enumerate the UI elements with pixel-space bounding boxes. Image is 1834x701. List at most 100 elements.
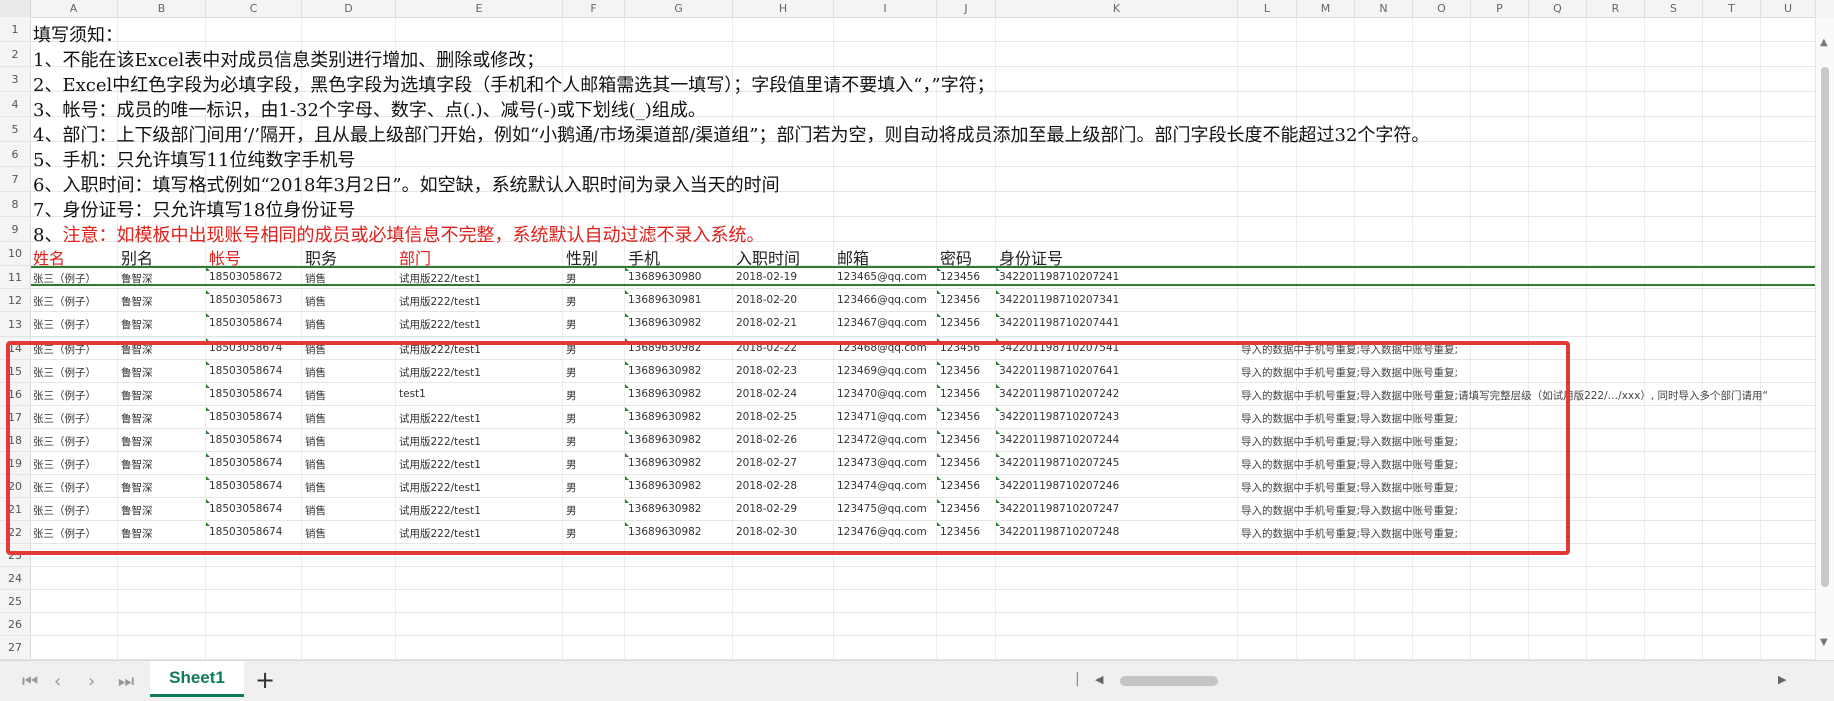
table-cell[interactable]: 鲁智深 bbox=[121, 317, 153, 332]
row-header-12[interactable]: 12 bbox=[0, 289, 30, 312]
column-header-a[interactable]: A bbox=[30, 0, 118, 17]
row-header-26[interactable]: 26 bbox=[0, 613, 30, 636]
scroll-left-icon[interactable]: ◀ bbox=[1095, 673, 1103, 686]
add-sheet-icon[interactable]: + bbox=[255, 666, 275, 694]
column-header-f[interactable]: F bbox=[563, 0, 625, 17]
table-cell[interactable]: 18503058674 bbox=[209, 317, 283, 329]
column-header-c[interactable]: C bbox=[206, 0, 302, 17]
row-header-25[interactable]: 25 bbox=[0, 590, 30, 613]
first-sheet-icon[interactable]: ⏮ bbox=[22, 671, 38, 692]
row-header-6[interactable]: 6 bbox=[0, 142, 30, 167]
column-header-o[interactable]: O bbox=[1413, 0, 1471, 17]
table-cell[interactable]: 2018-02-21 bbox=[736, 317, 797, 329]
instruction-8: 8、注意：如模板中出现账号相同的成员或必填信息不完整，系统默认自动过滤不录入系统… bbox=[33, 221, 764, 247]
row-header-4[interactable]: 4 bbox=[0, 92, 30, 117]
row-header-10[interactable]: 10 bbox=[0, 242, 30, 266]
row-header-2[interactable]: 2 bbox=[0, 42, 30, 67]
column-header-n[interactable]: N bbox=[1355, 0, 1413, 17]
table-cell[interactable]: 342201198710207341 bbox=[999, 294, 1119, 306]
column-gridline bbox=[1412, 17, 1413, 660]
column-header-q[interactable]: Q bbox=[1529, 0, 1587, 17]
column-gridline bbox=[1354, 17, 1355, 660]
column-header-s[interactable]: S bbox=[1645, 0, 1703, 17]
table-cell[interactable]: 342201198710207441 bbox=[999, 317, 1119, 329]
text-number-indicator-icon bbox=[937, 313, 941, 317]
column-header-m[interactable]: M bbox=[1297, 0, 1355, 17]
scroll-up-icon[interactable]: ▲ bbox=[1820, 37, 1828, 48]
row-header-9[interactable]: 9 bbox=[0, 217, 30, 242]
text-number-indicator-icon bbox=[996, 313, 1000, 317]
row-gridline bbox=[30, 635, 1816, 636]
select-all-corner[interactable] bbox=[0, 0, 31, 17]
sheet-tab-bar: ⏮ ‹ › ⏭ Sheet1 + | ◀ ▶ bbox=[0, 660, 1834, 701]
vertical-scrollbar[interactable]: ▲ ▼ bbox=[1815, 17, 1834, 660]
table-cell[interactable]: 鲁智深 bbox=[121, 294, 153, 309]
table-cell[interactable]: 试用版222/test1 bbox=[399, 294, 481, 309]
instruction-3: 3、帐号：成员的唯一标识，由1-32个字母、数字、点(.)、减号(-)或下划线(… bbox=[33, 100, 706, 121]
selected-row-outline bbox=[31, 266, 1834, 286]
row-header-8[interactable]: 8 bbox=[0, 192, 30, 217]
column-header-i[interactable]: I bbox=[834, 0, 937, 17]
column-header-d[interactable]: D bbox=[302, 0, 396, 17]
scroll-right-icon[interactable]: ▶ bbox=[1778, 673, 1786, 686]
column-header-h[interactable]: H bbox=[733, 0, 834, 17]
column-gridline bbox=[1760, 17, 1761, 660]
row-gridline bbox=[30, 311, 1816, 312]
row-header-1[interactable]: 1 bbox=[0, 17, 30, 42]
table-cell[interactable]: 男 bbox=[566, 317, 577, 332]
column-header-p[interactable]: P bbox=[1471, 0, 1529, 17]
scroll-down-icon[interactable]: ▼ bbox=[1820, 637, 1828, 648]
row-header-11[interactable]: 11 bbox=[0, 266, 30, 289]
text-number-indicator-icon bbox=[625, 290, 629, 294]
horizontal-scrollbar[interactable]: ◀ ▶ bbox=[1075, 673, 1815, 689]
table-cell[interactable]: 销售 bbox=[305, 317, 326, 332]
row-header-24[interactable]: 24 bbox=[0, 567, 30, 590]
row-header-13[interactable]: 13 bbox=[0, 312, 30, 337]
table-cell[interactable]: 13689630981 bbox=[628, 294, 702, 306]
table-cell[interactable]: 张三（例子） bbox=[33, 294, 96, 309]
row-gridline bbox=[30, 288, 1816, 289]
column-gridline bbox=[1470, 17, 1471, 660]
table-cell[interactable]: 13689630982 bbox=[628, 317, 702, 329]
column-header-g[interactable]: G bbox=[625, 0, 733, 17]
horizontal-scroll-thumb[interactable] bbox=[1120, 676, 1218, 686]
last-sheet-icon[interactable]: ⏭ bbox=[118, 671, 134, 692]
row-header-3[interactable]: 3 bbox=[0, 67, 30, 92]
instruction-2: 2、Excel中红色字段为必填字段，黑色字段为选填字段（手机和个人邮箱需选其一填… bbox=[33, 75, 995, 96]
table-cell[interactable]: 男 bbox=[566, 294, 577, 309]
table-cell[interactable]: 张三（例子） bbox=[33, 317, 96, 332]
column-header-e[interactable]: E bbox=[396, 0, 563, 17]
next-sheet-icon[interactable]: › bbox=[88, 671, 95, 692]
column-header-l[interactable]: L bbox=[1238, 0, 1297, 17]
column-header-t[interactable]: T bbox=[1703, 0, 1761, 17]
column-gridline bbox=[833, 17, 834, 660]
table-cell[interactable]: 18503058673 bbox=[209, 294, 283, 306]
text-number-indicator-icon bbox=[206, 313, 210, 317]
text-number-indicator-icon bbox=[937, 290, 941, 294]
table-cell[interactable]: 试用版222/test1 bbox=[399, 317, 481, 332]
column-gridline bbox=[732, 17, 733, 660]
instruction-7: 7、身份证号：只允许填写18位身份证号 bbox=[33, 200, 356, 221]
instruction-8-prefix: 8、 bbox=[33, 225, 63, 246]
column-header-u[interactable]: U bbox=[1761, 0, 1816, 17]
column-gridline bbox=[1237, 17, 1238, 660]
table-cell[interactable]: 销售 bbox=[305, 294, 326, 309]
table-cell[interactable]: 123456 bbox=[940, 317, 980, 329]
column-header-j[interactable]: J bbox=[937, 0, 996, 17]
column-header-r[interactable]: R bbox=[1587, 0, 1645, 17]
column-gridline bbox=[1702, 17, 1703, 660]
spreadsheet-grid[interactable]: ABCDEFGHIJKLMNOPQRSTU 1 2 3 4 5 6 7 8 9 10 11 12 13 1… bbox=[0, 0, 1834, 660]
sheet-tab-sheet1[interactable]: Sheet1 bbox=[150, 661, 244, 697]
prev-sheet-icon[interactable]: ‹ bbox=[54, 671, 61, 692]
column-header-k[interactable]: K bbox=[996, 0, 1238, 17]
table-cell[interactable]: 123456 bbox=[940, 294, 980, 306]
row-header-5[interactable]: 5 bbox=[0, 117, 30, 142]
row-header-27[interactable]: 27 bbox=[0, 636, 30, 660]
column-gridline bbox=[1644, 17, 1645, 660]
table-cell[interactable]: 2018-02-20 bbox=[736, 294, 797, 306]
table-cell[interactable]: 123466@qq.com bbox=[837, 294, 927, 306]
table-cell[interactable]: 123467@qq.com bbox=[837, 317, 927, 329]
row-header-7[interactable]: 7 bbox=[0, 167, 30, 192]
vertical-scroll-thumb[interactable] bbox=[1821, 67, 1829, 587]
column-header-b[interactable]: B bbox=[118, 0, 206, 17]
